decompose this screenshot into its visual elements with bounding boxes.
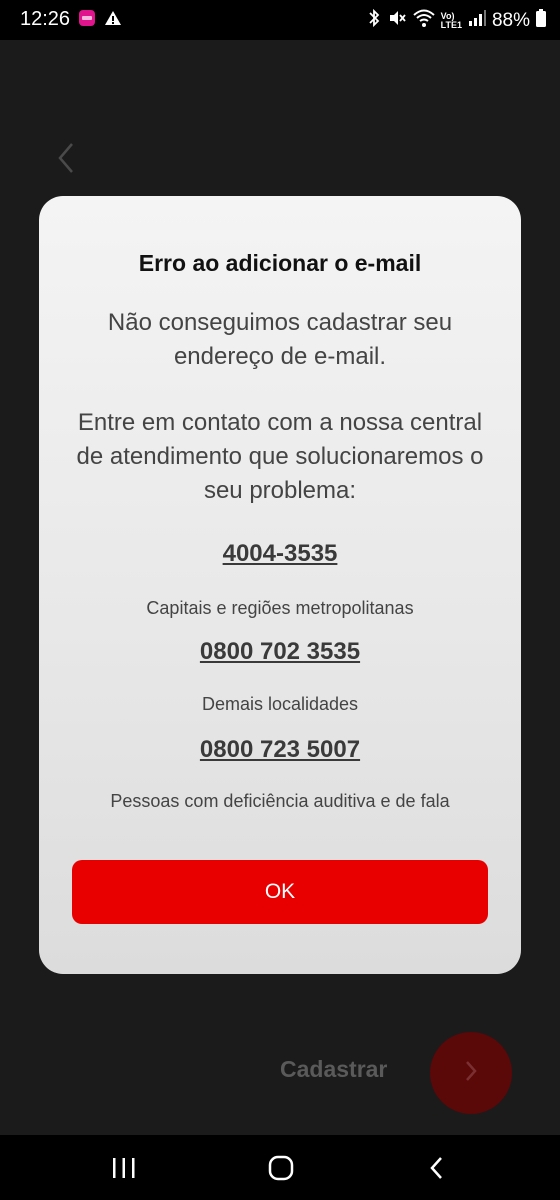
- phone-link-1[interactable]: 4004-3535: [39, 540, 521, 568]
- status-bar: 12:26 Vo) LTE1 88%: [0, 0, 560, 40]
- dialog-title: Erro ao adicionar o e-mail: [138, 250, 422, 276]
- error-dialog: Erro ao adicionar o e-mail Não conseguim…: [39, 196, 521, 974]
- phone-description-2: Demais localidades: [201, 694, 359, 714]
- dialog-message-2: Entre em contato com a nossa central de …: [76, 409, 484, 504]
- ok-button[interactable]: OK: [72, 860, 488, 924]
- warning-icon: [104, 9, 122, 32]
- recent-apps-icon[interactable]: [110, 1155, 138, 1181]
- next-button[interactable]: [430, 1032, 512, 1114]
- lte-label: LTE1: [440, 19, 462, 30]
- bluetooth-icon: [367, 8, 381, 33]
- phone-description-3: Pessoas com deficiência auditiva e de fa…: [110, 791, 450, 811]
- battery-percent: 88%: [491, 9, 530, 31]
- status-time: 12:26: [20, 8, 71, 30]
- cadastrar-label: Cadastrar: [280, 1056, 388, 1082]
- back-icon[interactable]: [426, 1155, 448, 1181]
- mute-icon: [387, 8, 407, 33]
- notification-app-icon: [78, 9, 96, 32]
- phone-description-1: Capitais e regiões metropolitanas: [146, 598, 414, 618]
- system-nav-bar: [0, 1135, 560, 1200]
- back-arrow-icon[interactable]: [52, 138, 80, 178]
- phone-link-3[interactable]: 0800 723 5007: [39, 736, 521, 764]
- wifi-icon: [412, 8, 435, 33]
- signal-icon: [468, 9, 486, 32]
- phone-link-2[interactable]: 0800 702 3535: [39, 638, 521, 666]
- home-icon[interactable]: [266, 1153, 296, 1183]
- battery-icon: [536, 9, 546, 32]
- dialog-message-1: Não conseguimos cadastrar seu endereço d…: [107, 309, 453, 370]
- chevron-right-icon: [461, 1058, 481, 1089]
- volte-lte-icon: Vo) LTE1: [440, 11, 462, 30]
